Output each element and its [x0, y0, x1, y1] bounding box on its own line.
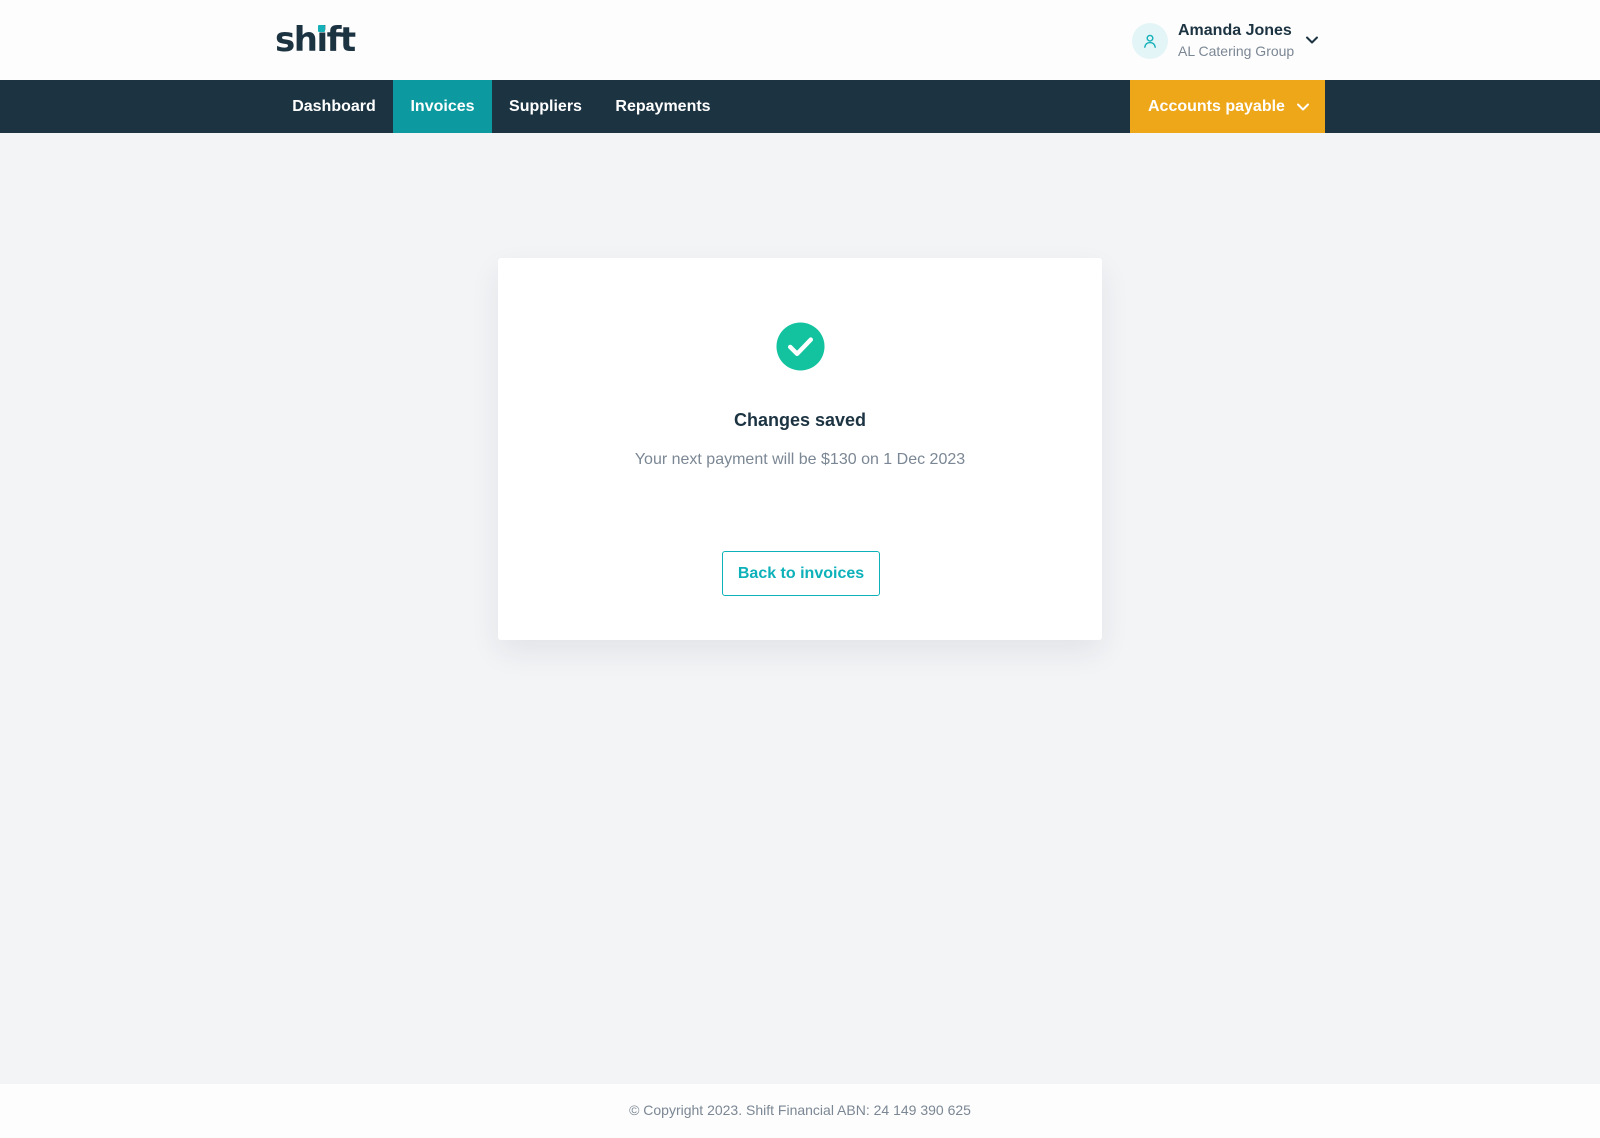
shift-logo[interactable]: shi ft: [275, 18, 357, 62]
copyright-text: © Copyright 2023. Shift Financial ABN: 2…: [629, 1102, 971, 1118]
user-menu[interactable]: Amanda Jones AL Catering Group: [1132, 20, 1294, 62]
nav-tab-invoices[interactable]: Invoices: [393, 80, 492, 133]
accounts-payable-label: Accounts payable: [1148, 97, 1285, 115]
user-name: Amanda Jones: [1178, 22, 1292, 39]
back-to-invoices-button[interactable]: Back to invoices: [722, 551, 880, 596]
avatar[interactable]: [1132, 23, 1168, 59]
check-circle-icon: [776, 322, 825, 371]
main-navigation: Dashboard Invoices Suppliers Repayments …: [0, 80, 1600, 133]
logo-text-end: ft: [326, 20, 357, 60]
chevron-down-icon: [1297, 103, 1309, 111]
logo-accent-dot: [318, 25, 326, 32]
accounts-payable-dropdown[interactable]: Accounts payable: [1130, 80, 1325, 133]
chevron-down-icon[interactable]: [1304, 32, 1320, 48]
confirmation-message: Your next payment will be $130 on 1 Dec …: [634, 451, 966, 468]
logo-text-start: sh: [275, 20, 318, 60]
confirmation-title: Changes saved: [733, 410, 867, 430]
nav-tab-dashboard[interactable]: Dashboard: [275, 80, 393, 133]
nav-tab-suppliers[interactable]: Suppliers: [492, 80, 599, 133]
user-details: Amanda Jones AL Catering Group: [1178, 21, 1294, 61]
nav-tab-repayments[interactable]: Repayments: [599, 80, 727, 133]
user-organization: AL Catering Group: [1178, 43, 1295, 59]
page-footer: © Copyright 2023. Shift Financial ABN: 2…: [0, 1084, 1600, 1138]
top-header: shi ft Amanda Jones AL Catering Group: [0, 0, 1600, 80]
user-icon: [1144, 34, 1156, 48]
logo-letter-i: i: [316, 18, 328, 62]
confirmation-card: Changes saved Your next payment will be …: [498, 258, 1102, 640]
